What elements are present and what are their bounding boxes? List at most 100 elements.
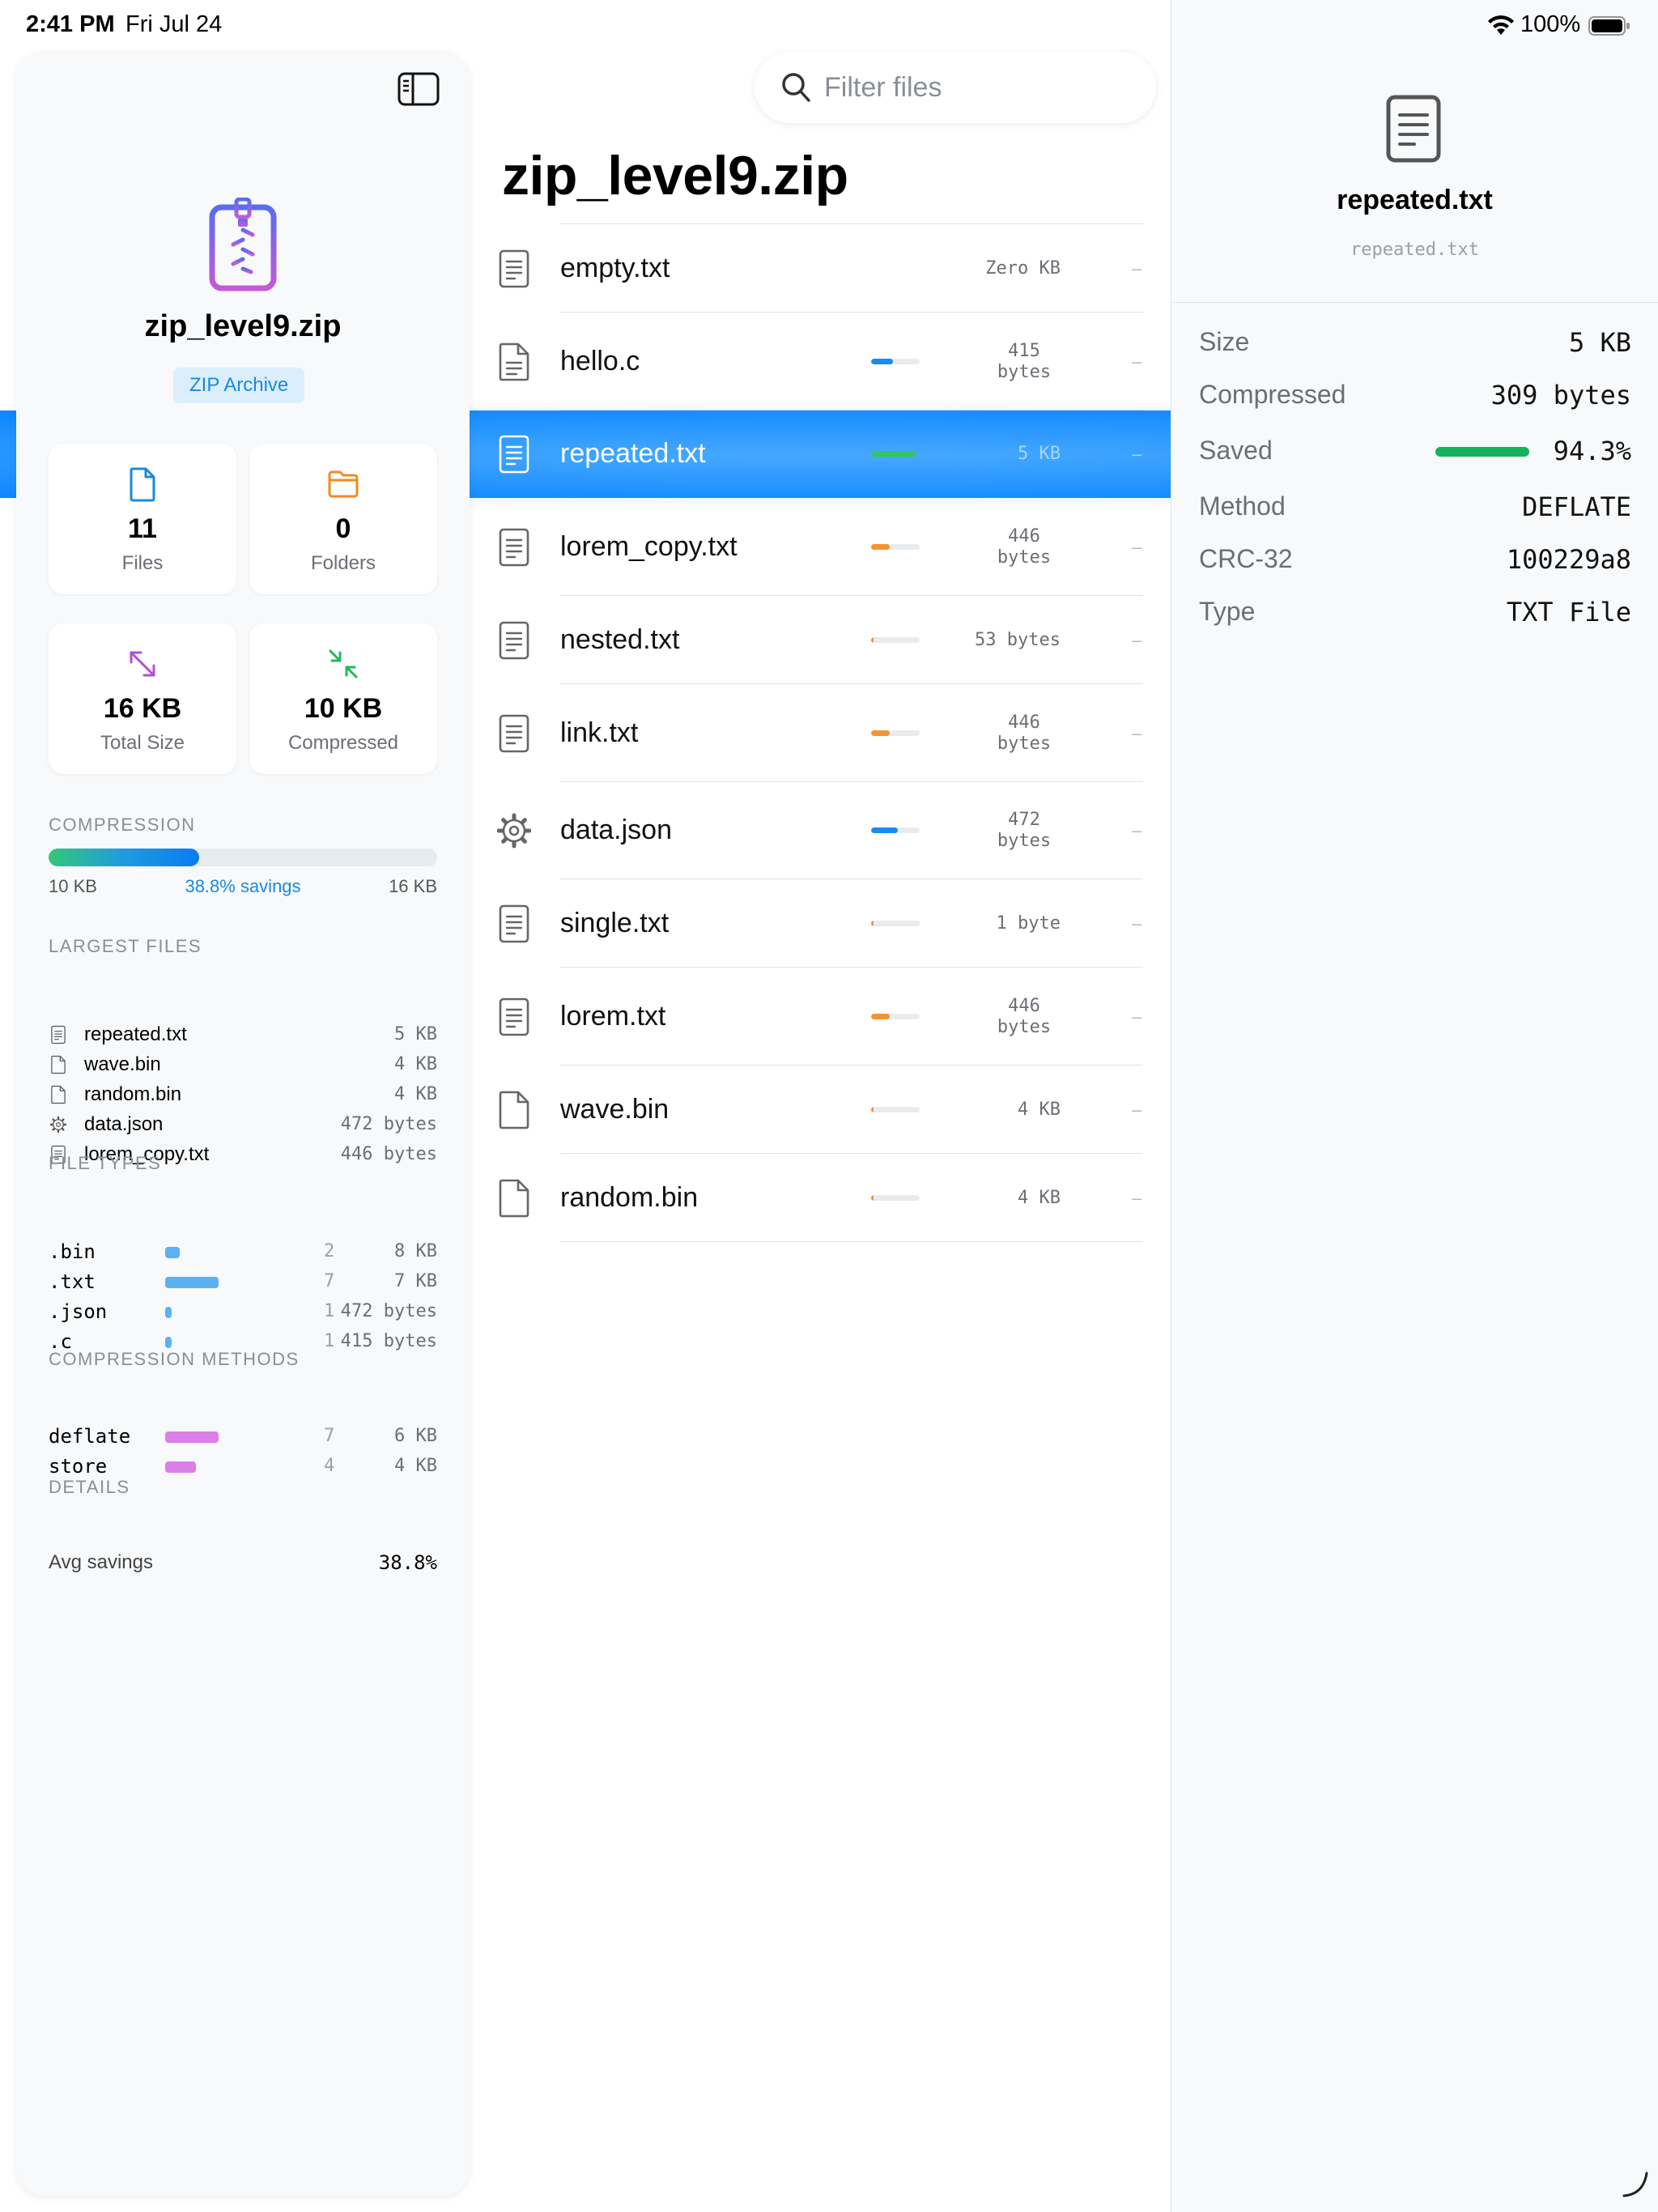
avg-savings-label: Avg savings — [49, 1551, 153, 1573]
file-size: 53 bytes — [975, 629, 1061, 650]
file-row[interactable]: repeated.txt 5 KB – — [470, 410, 1171, 498]
file-method: – — [1132, 1006, 1142, 1027]
stat-folders-label: Folders — [310, 552, 376, 574]
file-size-number: 415 — [1008, 340, 1040, 361]
file-size: Zero KB — [985, 258, 1061, 279]
file-size: 4 KB — [1018, 1099, 1061, 1120]
compression-ratio-fill — [871, 730, 890, 736]
sidebar: zip_level9.zip ZIP Archive 11 Files 0 Fo… — [16, 52, 470, 2196]
file-row[interactable]: nested.txt 53 bytes – — [470, 596, 1171, 684]
detail-file-path: repeated.txt — [1350, 240, 1479, 260]
compress-icon — [329, 649, 358, 678]
file-name: link.txt — [560, 717, 639, 748]
text-file-icon — [499, 249, 529, 288]
detail-row-crc-32: CRC-32 100229a8 — [1199, 538, 1631, 578]
filter-search-field[interactable] — [755, 52, 1156, 123]
detail-value: 100229a8 — [1506, 544, 1631, 575]
wifi-icon — [1488, 15, 1514, 35]
file-type-ext: .json — [49, 1300, 108, 1323]
largest-file-item[interactable]: random.bin 4 KB — [49, 1080, 437, 1109]
method-count: 7 — [324, 1426, 335, 1446]
largest-file-item[interactable]: wave.bin 4 KB — [49, 1050, 437, 1079]
file-size: 446 bytes — [988, 526, 1061, 568]
largest-file-size: 446 bytes — [340, 1144, 437, 1164]
file-name: hello.c — [560, 345, 640, 376]
gear-icon — [50, 1116, 66, 1134]
detail-row-size: Size 5 KB — [1199, 321, 1631, 361]
file-row[interactable]: lorem_copy.txt 446 bytes – — [470, 498, 1171, 596]
file-row[interactable]: hello.c 415 bytes – — [470, 313, 1171, 410]
method-name: store — [49, 1455, 108, 1478]
file-type-bar — [165, 1247, 180, 1258]
compression-ratio-bar — [871, 920, 920, 926]
sidebar-toggle-icon[interactable] — [397, 71, 440, 107]
file-types-section-title: FILE TYPES — [49, 1153, 162, 1173]
text-file-icon — [499, 621, 529, 659]
compression-ratio-fill — [871, 636, 874, 643]
archive-type-badge: ZIP Archive — [173, 368, 305, 403]
file-size-unit: bytes — [997, 361, 1052, 382]
file-method: – — [1132, 444, 1142, 464]
file-type-size: 415 bytes — [340, 1331, 437, 1351]
stat-total-size-label: Total Size — [100, 732, 185, 754]
status-time: 2:41 PM — [26, 11, 115, 37]
stat-total-size-value: 16 KB — [103, 693, 182, 724]
compression-ratio-fill — [871, 920, 874, 926]
list-top-divider — [560, 223, 1143, 224]
detail-label: Size — [1199, 327, 1250, 356]
file-row[interactable]: data.json 472 bytes – — [470, 782, 1171, 879]
details-section-title: DETAILS — [49, 1477, 130, 1497]
stat-folders-card: 0 Folders — [249, 444, 437, 594]
largest-file-name: data.json — [84, 1113, 164, 1135]
file-type-bar — [165, 1307, 172, 1318]
text-file-icon — [499, 714, 529, 752]
resize-handle-icon[interactable] — [1621, 2170, 1650, 2199]
file-size: 446 bytes — [988, 996, 1061, 1038]
stat-files-label: Files — [121, 552, 164, 574]
file-size: 5 KB — [1018, 444, 1061, 464]
file-name: random.bin — [560, 1181, 699, 1213]
compression-ratio-bar — [871, 730, 920, 736]
file-row[interactable]: link.txt 446 bytes – — [470, 684, 1171, 782]
detail-row-saved: Saved 94.3% — [1199, 429, 1631, 470]
folder-icon — [328, 470, 359, 498]
file-type-row: .txt 7 7 KB — [49, 1267, 437, 1296]
stat-compressed-label: Compressed — [287, 732, 399, 754]
detail-label: Saved — [1199, 436, 1273, 465]
file-row[interactable]: single.txt 1 byte – — [470, 879, 1171, 968]
file-method: – — [1132, 820, 1142, 840]
search-icon — [782, 73, 810, 102]
file-type-count: 1 — [324, 1331, 335, 1351]
file-row[interactable]: lorem.txt 446 bytes – — [470, 968, 1171, 1066]
file-row[interactable]: empty.txt Zero KB – — [470, 225, 1171, 313]
file-icon — [51, 1085, 66, 1104]
gear-icon — [497, 813, 531, 849]
file-size-number: 472 — [1008, 810, 1040, 830]
detail-panel: repeated.txt repeated.txt Size 5 KB Compre… — [1171, 0, 1658, 2212]
file-type-ext: .txt — [49, 1270, 96, 1293]
file-size: 1 byte — [996, 912, 1061, 934]
zip-archive-icon — [209, 198, 277, 291]
detail-value: DEFLATE — [1522, 491, 1631, 522]
largest-file-item[interactable]: repeated.txt 5 KB — [49, 1020, 437, 1049]
code-file-icon — [499, 342, 529, 381]
file-row[interactable]: wave.bin 4 KB – — [470, 1066, 1171, 1154]
detail-row-method: Method DEFLATE — [1199, 485, 1631, 525]
detail-value: 94.3% — [1553, 436, 1631, 466]
largest-file-item[interactable]: data.json 472 bytes — [49, 1110, 437, 1139]
compression-ratio-bar — [871, 1106, 920, 1112]
file-method: – — [1132, 629, 1142, 650]
file-method: – — [1132, 536, 1142, 557]
detail-value: 309 bytes — [1490, 380, 1631, 410]
file-row[interactable]: random.bin 4 KB – — [470, 1154, 1171, 1242]
largest-file-size: 5 KB — [394, 1024, 437, 1044]
largest-file-size: 472 bytes — [340, 1114, 437, 1134]
largest-file-name: random.bin — [84, 1083, 182, 1105]
text-file-icon — [51, 1025, 66, 1044]
file-method: – — [1132, 1187, 1142, 1208]
filter-input[interactable] — [824, 66, 1132, 108]
compression-ratio-fill — [871, 827, 898, 833]
detail-label: Compressed — [1199, 380, 1346, 409]
detail-label: Method — [1199, 491, 1286, 521]
file-name: data.json — [560, 815, 672, 845]
